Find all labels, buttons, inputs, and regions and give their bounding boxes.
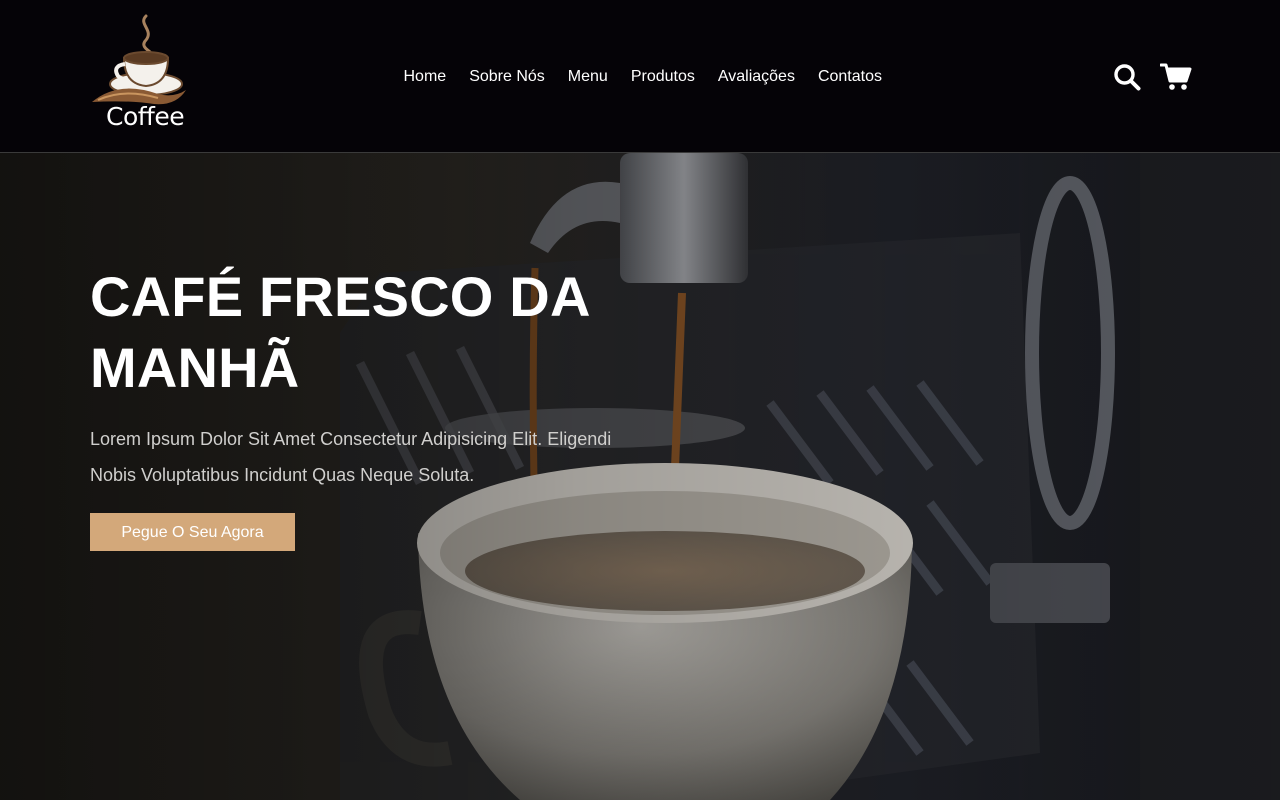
search-icon [1114,64,1141,91]
logo[interactable]: Coffee [88,14,190,132]
logo-text: Coffee [106,102,185,131]
hero-section: CAFÉ FRESCO DA MANHÃ Lorem Ipsum Dolor S… [0,153,1280,800]
nav-item-produtos[interactable]: Produtos [619,64,706,90]
shopping-cart-icon [1160,63,1192,90]
cart-button[interactable] [1160,62,1192,92]
hero-title: CAFÉ FRESCO DA MANHÃ [90,265,589,399]
nav-item-avaliacoes[interactable]: Avaliações [706,64,806,90]
get-yours-now-button[interactable]: Pegue O Seu Agora [90,513,295,551]
nav-item-contatos[interactable]: Contatos [806,64,893,90]
hero-description: Lorem Ipsum Dolor Sit Amet Consectetur A… [90,429,612,485]
hero-content: CAFÉ FRESCO DA MANHÃ Lorem Ipsum Dolor S… [90,261,690,551]
coffee-cup-icon [92,14,186,105]
nav-item-menu[interactable]: Menu [556,64,619,90]
nav-item-home[interactable]: Home [392,64,458,90]
search-button[interactable] [1112,62,1144,92]
main-nav: Home Sobre Nós Menu Produtos Avaliações … [392,64,894,90]
header-actions [1112,62,1196,92]
nav-item-sobre-nos[interactable]: Sobre Nós [458,64,557,90]
site-header: Coffee Home Sobre Nós Menu Produtos Aval… [0,0,1280,153]
